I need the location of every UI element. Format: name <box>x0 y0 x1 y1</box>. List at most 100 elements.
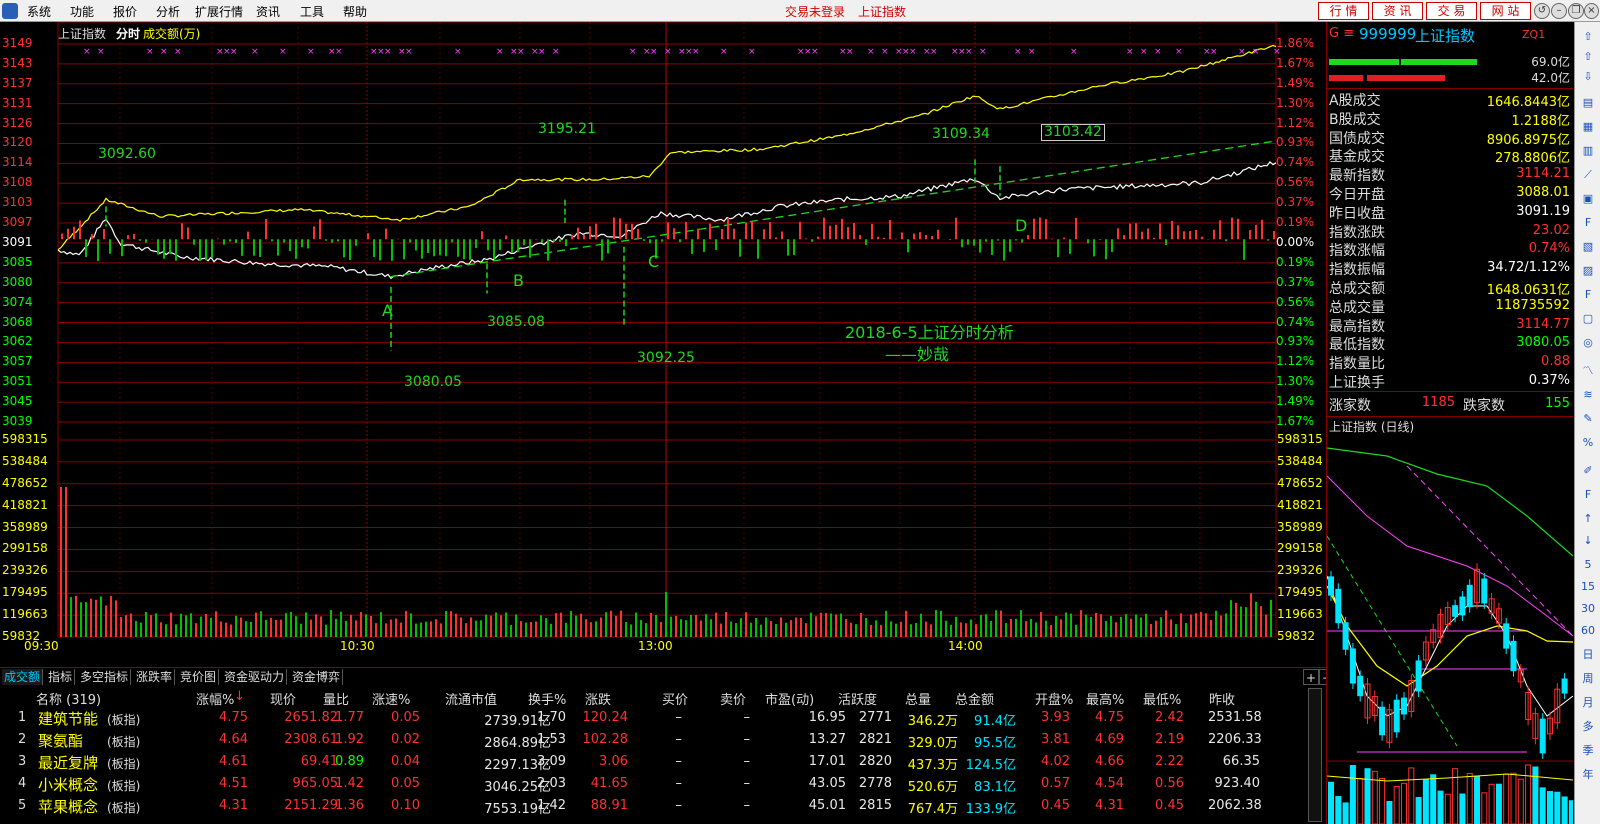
column-header[interactable]: 涨速% <box>372 689 410 708</box>
period-15min[interactable]: 15 <box>1579 578 1597 596</box>
period-5min[interactable]: 5 <box>1579 556 1597 574</box>
line-chart-icon[interactable]: 〽 <box>1579 362 1597 380</box>
menu-analysis[interactable]: 分析 <box>156 3 180 20</box>
period-60min[interactable]: 60 <box>1579 622 1597 640</box>
tab-fund-game[interactable]: 资金博弈 <box>290 669 344 685</box>
column-header[interactable]: 市盈(动) <box>765 689 814 708</box>
table-row[interactable]: 3 最近复牌 (板指) 4.61 69.41 0.89 0.04 2297.13亿 3.09 3.… <box>0 752 1305 773</box>
pen-icon[interactable]: ✐ <box>1579 462 1597 480</box>
column-header[interactable]: 量比 <box>323 689 349 708</box>
code-prefix[interactable]: G ≡ <box>1329 26 1354 41</box>
column-header[interactable]: 流通市值 <box>445 689 497 708</box>
menu-quote[interactable]: 报价 <box>113 3 137 20</box>
column-header[interactable]: 最高% <box>1086 689 1124 708</box>
column-header[interactable]: 活跃度 <box>838 689 877 708</box>
compare-icon[interactable]: ≋ <box>1579 386 1597 404</box>
column-header[interactable]: 换手% <box>528 689 566 708</box>
table-row[interactable]: 4 小米概念 (板指) 4.51 965.05 1.42 0.05 3046.25亿 2.03 4… <box>0 774 1305 795</box>
period-multi[interactable]: 多 <box>1579 718 1597 736</box>
circle-icon[interactable]: ◎ <box>1579 334 1597 352</box>
kline-candle <box>1401 697 1407 715</box>
tab-indicator[interactable]: 指标 <box>46 669 76 685</box>
period-year[interactable]: 年 <box>1579 766 1597 784</box>
column-header[interactable]: 涨跌 <box>585 689 611 708</box>
column-header[interactable]: 涨幅% <box>196 689 234 708</box>
tab-auction[interactable]: 竞价图 <box>178 669 220 685</box>
column-header[interactable]: 卖价 <box>720 689 746 708</box>
news-button[interactable]: 资 讯 <box>1372 2 1423 20</box>
table-scrollbar[interactable] <box>1308 688 1322 822</box>
daily-kline-chart[interactable] <box>1327 436 1573 824</box>
restore-icon[interactable]: ❐ <box>1568 3 1584 19</box>
back-icon[interactable]: ↺ <box>1534 3 1550 19</box>
sector-name[interactable]: 最近复牌 <box>38 752 98 773</box>
level2-icon[interactable]: ▣ <box>1579 190 1597 208</box>
menu-tools[interactable]: 工具 <box>300 3 324 20</box>
minimize-icon[interactable]: – <box>1551 3 1567 19</box>
column-header[interactable]: 最低% <box>1143 689 1181 708</box>
screen-icon[interactable]: ▢ <box>1579 310 1597 328</box>
tab-turnover[interactable]: 成交额 <box>2 669 44 685</box>
menu-system[interactable]: 系统 <box>27 3 51 20</box>
f2-icon[interactable]: F <box>1579 286 1597 304</box>
trade-button[interactable]: 交 易 <box>1426 2 1477 20</box>
column-header[interactable]: 开盘% <box>1035 689 1073 708</box>
menu-help[interactable]: 帮助 <box>343 3 367 20</box>
table-row[interactable]: 1 建筑节能 (板指) 4.75 2651.82 1.77 0.05 2739.91亿 1.70… <box>0 708 1305 729</box>
sector-name[interactable]: 苹果概念 <box>38 796 98 817</box>
page-up-icon[interactable]: ⇧ <box>1579 48 1597 66</box>
up-arrow-icon[interactable]: ⇧ <box>1579 28 1597 46</box>
page-down-icon[interactable]: ⇩ <box>1579 68 1597 86</box>
menu-extended-quote[interactable]: 扩展行情 <box>195 3 243 20</box>
kline-candle <box>1539 718 1546 754</box>
period-30min[interactable]: 30 <box>1579 600 1597 618</box>
stat-value: 0.88 <box>1541 354 1570 370</box>
f5-icon[interactable]: F <box>1579 486 1597 504</box>
period-down-icon[interactable]: ↓ <box>1579 532 1597 550</box>
quote-list-icon[interactable]: ▤ <box>1579 94 1597 112</box>
period-month[interactable]: 月 <box>1579 694 1597 712</box>
intraday-icon[interactable]: ▦ <box>1579 118 1597 136</box>
sector-name[interactable]: 建筑节能 <box>38 708 98 729</box>
tab-advance-decline[interactable]: 涨跌率 <box>134 669 176 685</box>
column-header-name[interactable]: 名称 (319) <box>36 689 101 708</box>
volume-tick-label: 239326 <box>1277 563 1323 578</box>
menu-news[interactable]: 资讯 <box>256 3 280 20</box>
close-icon[interactable]: × <box>1584 3 1599 19</box>
table-row[interactable]: 2 聚氨酯 (板指) 4.64 2308.61 1.92 0.02 2864.89亿 1.53 1… <box>0 730 1305 751</box>
website-button[interactable]: 网 站 <box>1480 2 1531 20</box>
column-header[interactable]: 买价 <box>662 689 688 708</box>
time-tick-label: 14:00 <box>948 639 983 653</box>
period-quarter[interactable]: 季 <box>1579 742 1597 760</box>
tab-fund-drive[interactable]: 资金驱动力 <box>222 669 288 685</box>
tab-long-short[interactable]: 多空指标 <box>78 669 132 685</box>
sort-desc-icon[interactable]: ↓ <box>234 689 245 704</box>
menu-function[interactable]: 功能 <box>70 3 94 20</box>
login-status[interactable]: 交易未登录 <box>785 3 845 20</box>
column-header[interactable]: 现价 <box>270 689 296 708</box>
app-logo-icon[interactable] <box>2 3 18 19</box>
period-up-icon[interactable]: ↑ <box>1579 510 1597 528</box>
news-icon[interactable]: ▨ <box>1579 262 1597 280</box>
column-header[interactable]: 昨收 <box>1209 689 1235 708</box>
column-header[interactable]: 总量 <box>905 689 931 708</box>
table-row[interactable]: 5 苹果概念 (板指) 4.31 2151.29 1.36 0.10 7553.19亿 1.42… <box>0 796 1305 817</box>
signal-marker: × <box>335 47 343 57</box>
fund-flow-icon[interactable]: ▧ <box>1579 238 1597 256</box>
period-week[interactable]: 周 <box>1579 670 1597 688</box>
trend-icon[interactable]: ⟋ <box>1579 166 1597 184</box>
chart-mode[interactable]: 分时 <box>116 25 140 42</box>
stat-value: 118735592 <box>1495 297 1570 313</box>
sector-name[interactable]: 聚氨酯 <box>38 730 83 751</box>
zoom-in-button[interactable]: + <box>1303 669 1320 685</box>
intraday-chart[interactable]: × × × × × × × × × × × × × × × × × × × × × × × × × × × × × × × × × × × × × × × ×… <box>0 22 1325 667</box>
period-day[interactable]: 日 <box>1579 646 1597 664</box>
percent-icon[interactable]: % <box>1579 434 1597 452</box>
quote-button[interactable]: 行 情 <box>1318 2 1369 20</box>
chart-indicator[interactable]: 成交额(万) <box>143 25 200 42</box>
drawing-icon[interactable]: ✎ <box>1579 410 1597 428</box>
sector-name[interactable]: 小米概念 <box>38 774 98 795</box>
f10-icon[interactable]: F <box>1579 214 1597 232</box>
kline-icon[interactable]: ▥ <box>1579 142 1597 160</box>
column-header[interactable]: 总金额 <box>955 689 994 708</box>
